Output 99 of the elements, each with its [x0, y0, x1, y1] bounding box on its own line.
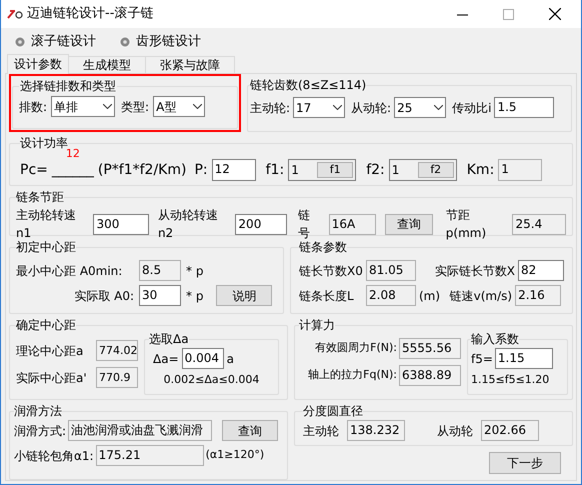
field-label: 主动轮 — [303, 422, 339, 440]
field-label: Δa= — [153, 350, 179, 368]
readonly-field: 1 — [498, 159, 542, 181]
group-title: 计算力 — [299, 317, 335, 334]
tab[interactable]: 设计参数 — [7, 54, 69, 74]
field-label: 链号 — [298, 207, 311, 242]
field-label: 节距p(mm) — [446, 207, 488, 242]
field-label: 实际中心距a' — [16, 370, 88, 386]
dropdown[interactable]: 17 — [293, 97, 346, 118]
field-label: 最小中心距 A0min: — [16, 262, 124, 280]
menu-item[interactable]: 滚子链设计 — [31, 32, 96, 52]
app-logo-icon — [7, 8, 23, 20]
input-field[interactable]: 12 — [212, 159, 256, 181]
input-field[interactable]: 30 — [139, 285, 181, 306]
field-label: 有效圆周力F(N): — [314, 340, 397, 356]
caret-icon — [434, 105, 444, 110]
note-text: (α1≥120°) — [206, 447, 264, 464]
query-button[interactable]: 查询 — [385, 214, 433, 234]
field-label: 小链轮包角α1: — [14, 448, 94, 464]
result-value: 12 — [66, 148, 80, 160]
field-label: 理论中心距a — [16, 342, 84, 360]
field-label: 实际链长节数X — [434, 262, 515, 280]
formula-text: (P*f1*f2/Km) — [98, 161, 186, 180]
field-label: 实际取 A0: — [73, 288, 134, 304]
group-title: 初定中心距 — [16, 239, 76, 256]
group-title: 润滑方法 — [14, 403, 62, 420]
group-title: 设计功率 — [20, 135, 68, 150]
field-label: 链长节数X0 — [299, 262, 363, 280]
field-label: 主动轮: — [250, 100, 290, 116]
field-label: 从动轮转速n2 — [158, 207, 219, 242]
input-field[interactable]: 300 — [93, 214, 149, 234]
field-label: 从动轮: — [351, 100, 392, 116]
unit-label: a — [226, 350, 234, 368]
next-button[interactable]: 下一步 — [489, 452, 561, 474]
input-field[interactable]: 1 f2 — [388, 159, 457, 181]
field-label: 轴上的拉力Fq(N): — [307, 367, 397, 384]
input-field[interactable]: 1.15 — [494, 348, 553, 369]
caret-icon — [333, 105, 342, 110]
readonly-field: 770.9 — [96, 367, 138, 388]
group-title: 链轮齿数(8≤Z≤114) — [250, 77, 366, 94]
readonly-field: 16A — [328, 214, 376, 234]
group-title: 链条节距 — [16, 189, 64, 206]
unit-label: * p — [186, 288, 204, 304]
readonly-field: 175.21 — [96, 445, 204, 466]
field-label: f1: — [266, 161, 284, 180]
readonly-field: 25.4 — [512, 214, 566, 234]
input-field[interactable]: 0.004 — [182, 348, 224, 369]
range-text: 1.15≤f5≤1.20 — [471, 372, 550, 388]
readonly-field: 774.02 — [96, 340, 138, 361]
group-title: 链条参数 — [299, 239, 347, 256]
group-title: 分度圆直径 — [303, 403, 363, 420]
field-label: 润滑方式: — [14, 422, 66, 440]
input-field[interactable]: 1 f1 — [288, 159, 356, 181]
dropdown[interactable]: 25 — [394, 97, 446, 118]
f2-button[interactable]: f2 — [418, 162, 454, 178]
explain-button[interactable]: 说明 — [216, 285, 272, 306]
field-label: f5= — [471, 350, 493, 368]
readonly-field: 6388.89 — [399, 365, 461, 386]
readonly-field: 油池润滑或油盘飞溅润滑 — [68, 420, 212, 441]
input-field[interactable]: 82 — [518, 260, 564, 281]
menu-item[interactable]: 齿形链设计 — [136, 32, 201, 52]
input-field[interactable]: 200 — [235, 214, 287, 234]
field-label: 从动轮 — [437, 422, 473, 440]
readonly-field: 138.232 — [347, 420, 405, 441]
group-title: 选取Δa — [149, 331, 189, 348]
field-label: 链条长度L — [299, 288, 355, 304]
field-label: f2: — [366, 161, 385, 180]
field-label: 类型: — [121, 98, 150, 116]
input-field[interactable]: 1.5 — [494, 97, 554, 118]
group-title: 确定中心距 — [16, 317, 76, 334]
caret-icon — [193, 104, 202, 109]
group-title: 输入系数 — [471, 331, 519, 348]
field-label: 排数: — [19, 98, 48, 116]
window-title: 迈迪链轮设计--滚子链 — [27, 5, 154, 24]
f1-button[interactable]: f1 — [317, 162, 354, 178]
readonly-field: 2.08 — [366, 285, 416, 306]
field-label: Km: — [466, 161, 494, 180]
unit-label: (m) — [419, 288, 440, 304]
unit-label: * p — [186, 262, 204, 280]
tab[interactable]: 生成模型 — [68, 56, 146, 73]
field-label: 主动轮转速n1 — [16, 207, 77, 241]
readonly-field: 5555.56 — [399, 338, 461, 359]
caret-icon — [103, 104, 112, 109]
formula-text: Pc= — [20, 161, 48, 180]
tab[interactable]: 张紧与故障 — [145, 56, 235, 73]
readonly-field: 2.16 — [515, 285, 562, 306]
field-label: 链速v(m/s) — [448, 288, 512, 304]
field-label: P: — [194, 161, 208, 180]
group-title: 选择链排数和类型 — [19, 78, 117, 95]
dropdown[interactable]: 单排 — [51, 96, 116, 117]
readonly-field: 81.05 — [366, 260, 416, 281]
readonly-field: 202.66 — [481, 420, 539, 441]
dropdown[interactable]: A型 — [153, 96, 206, 117]
query-button[interactable]: 查询 — [222, 420, 278, 441]
close-icon[interactable] — [549, 8, 561, 20]
readonly-field: 8.5 — [139, 260, 181, 281]
formula-blank: ______ — [52, 161, 94, 180]
field-label: 传动比i — [452, 100, 492, 116]
range-text: 0.002≤Δa≤0.004 — [162, 372, 260, 388]
